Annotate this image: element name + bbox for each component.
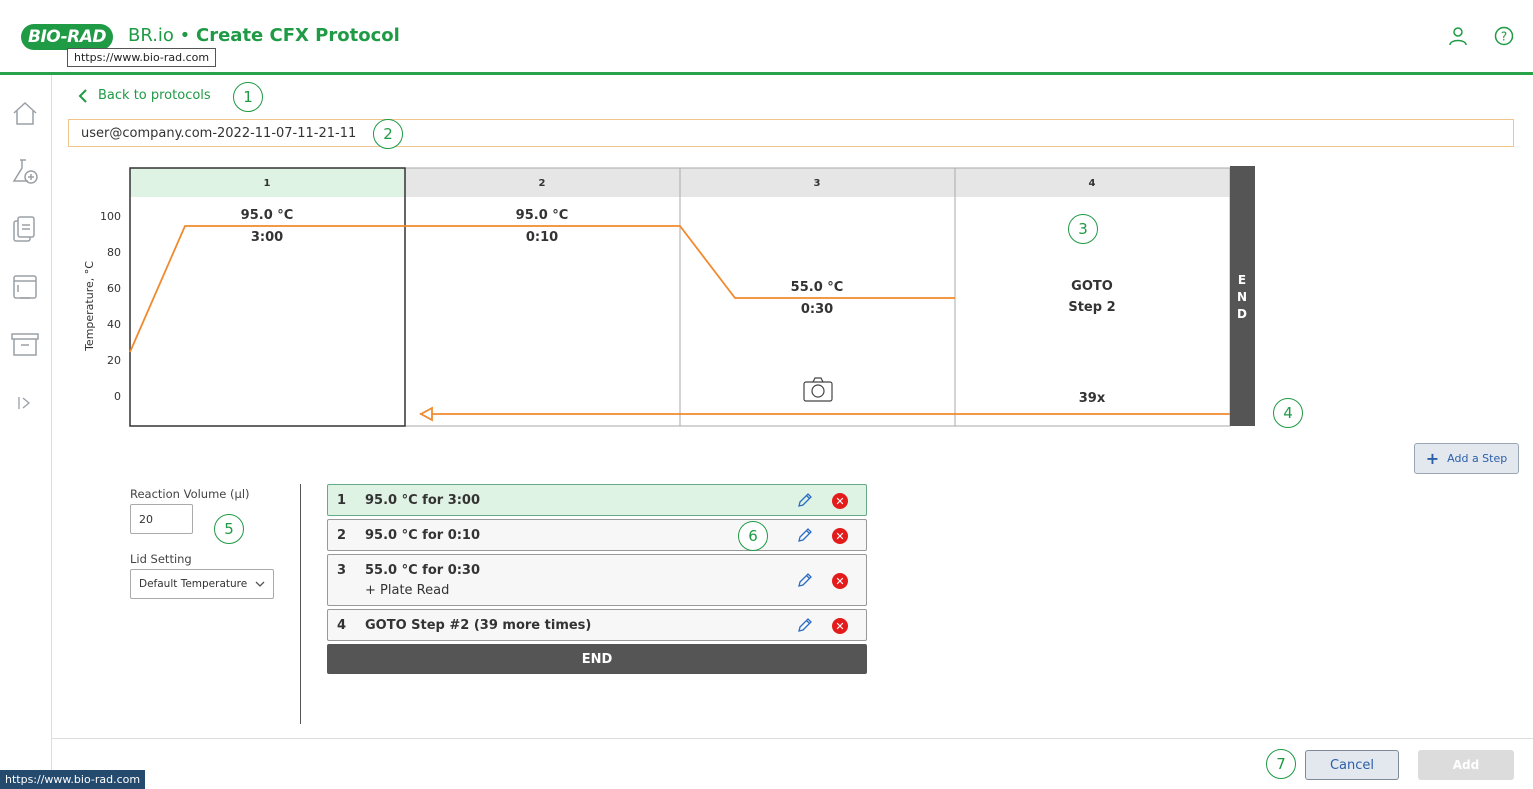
step-description: 95.0 °C for 3:00: [365, 493, 481, 508]
step-row-2[interactable]: 2 95.0 °C for 0:10 ✕: [327, 519, 867, 551]
home-icon[interactable]: [10, 98, 40, 128]
pencil-icon[interactable]: [796, 526, 814, 544]
goto-arrow-head: [419, 406, 433, 422]
step-description: GOTO Step #2 (39 more times): [365, 618, 592, 633]
pencil-icon[interactable]: [796, 571, 814, 589]
back-to-protocols-link[interactable]: Back to protocols: [78, 88, 211, 103]
title-separator: •: [173, 25, 197, 46]
selected-step-column[interactable]: [129, 167, 406, 427]
pencil-icon[interactable]: [796, 616, 814, 634]
chevron-down-icon: [255, 581, 265, 587]
step-description: 55.0 °C for 0:30: [365, 563, 481, 578]
column-num-4: 4: [1089, 178, 1096, 189]
y-tick-100: 100: [100, 210, 121, 223]
bio-rad-logo[interactable]: BIO-RAD: [21, 24, 113, 50]
column-num-2: 2: [539, 178, 546, 189]
footer-divider: [52, 738, 1533, 739]
step-list-end: END: [327, 644, 867, 674]
callout-6: 6: [738, 521, 768, 551]
lid-setting-label: Lid Setting: [130, 552, 192, 566]
callout-1: 1: [233, 82, 263, 112]
delete-icon[interactable]: ✕: [832, 573, 848, 589]
step-3-temp: 55.0 °C: [791, 280, 844, 295]
callout-4: 4: [1273, 398, 1303, 428]
callout-7: 7: [1266, 749, 1296, 779]
column-num-3: 3: [814, 178, 821, 189]
status-bar-url: https://www.bio-rad.com: [0, 770, 146, 789]
url-tooltip: https://www.bio-rad.com: [67, 48, 217, 67]
delete-icon[interactable]: ✕: [832, 528, 848, 544]
y-tick-40: 40: [107, 318, 121, 331]
sidebar: [0, 75, 52, 789]
step-number: 4: [337, 618, 347, 633]
settings-divider: [300, 484, 301, 724]
step-1-temp: 95.0 °C: [241, 208, 294, 223]
expand-icon[interactable]: [10, 388, 40, 418]
header-divider: [0, 72, 1533, 75]
step-number: 3: [337, 563, 347, 578]
step-number: 2: [337, 528, 347, 543]
step-row-1[interactable]: 1 95.0 °C for 3:00 ✕: [327, 484, 867, 516]
step-3-time: 0:30: [801, 302, 833, 317]
step-number: 1: [337, 493, 347, 508]
callout-5: 5: [214, 514, 244, 544]
page-title-text: Create CFX Protocol: [196, 25, 400, 46]
step-plate-read: + Plate Read: [365, 583, 450, 598]
protocol-name-input[interactable]: [68, 119, 1514, 147]
chart-end-letter-n: N: [1237, 290, 1247, 304]
column-num-1: 1: [264, 178, 271, 189]
step-4-goto-step: Step 2: [1068, 300, 1115, 315]
plus-icon: +: [1425, 449, 1440, 468]
lid-setting-select[interactable]: Default Temperature: [130, 569, 274, 599]
reaction-volume-input[interactable]: [130, 504, 193, 534]
back-link-label: Back to protocols: [98, 88, 211, 103]
chevron-left-icon: [78, 88, 87, 103]
y-tick-60: 60: [107, 282, 121, 295]
page-title: BR.io • Create CFX Protocol: [128, 25, 400, 46]
documents-icon[interactable]: [10, 214, 40, 244]
cancel-button[interactable]: Cancel: [1305, 750, 1399, 780]
step-2-time: 0:10: [526, 230, 558, 245]
delete-icon[interactable]: ✕: [832, 493, 848, 509]
step-row-4[interactable]: 4 GOTO Step #2 (39 more times) ✕: [327, 609, 867, 641]
step-description: 95.0 °C for 0:10: [365, 528, 481, 543]
callout-2: 2: [373, 119, 403, 149]
y-axis-label: Temperature, °C: [83, 261, 96, 352]
lid-setting-value: Default Temperature: [139, 578, 248, 590]
archive-icon[interactable]: [10, 329, 40, 359]
help-icon[interactable]: ?: [1494, 26, 1514, 46]
reaction-volume-label: Reaction Volume (µl): [130, 487, 250, 501]
step-row-3[interactable]: 3 55.0 °C for 0:30 + Plate Read ✕: [327, 554, 867, 606]
chart-end-letter-e: E: [1238, 273, 1246, 287]
delete-icon[interactable]: ✕: [832, 618, 848, 634]
instrument-icon[interactable]: [10, 272, 40, 302]
add-step-label: Add a Step: [1447, 452, 1508, 465]
add-step-button[interactable]: + Add a Step: [1414, 443, 1519, 474]
flask-add-icon[interactable]: [10, 157, 40, 187]
y-tick-80: 80: [107, 246, 121, 259]
camera-icon: [803, 377, 833, 402]
y-tick-0: 0: [114, 390, 121, 403]
pencil-icon[interactable]: [796, 491, 814, 509]
callout-3: 3: [1068, 214, 1098, 244]
step-4-goto: GOTO: [1071, 279, 1113, 294]
chart-end-letter-d: D: [1237, 307, 1247, 321]
add-button[interactable]: Add: [1418, 750, 1514, 780]
y-tick-20: 20: [107, 354, 121, 367]
step-4-repeats: 39x: [1079, 391, 1106, 406]
app-header: BIO-RAD BR.io • Create CFX Protocol http…: [0, 0, 1533, 72]
svg-text:?: ?: [1501, 30, 1507, 44]
step-2-temp: 95.0 °C: [516, 208, 569, 223]
app-name: BR.io: [128, 25, 174, 46]
protocol-graph: Temperature, °C 100 80 60 40 20 0 1 2 3 …: [80, 166, 1260, 431]
step-1-time: 3:00: [251, 230, 283, 245]
user-icon[interactable]: [1448, 26, 1468, 46]
